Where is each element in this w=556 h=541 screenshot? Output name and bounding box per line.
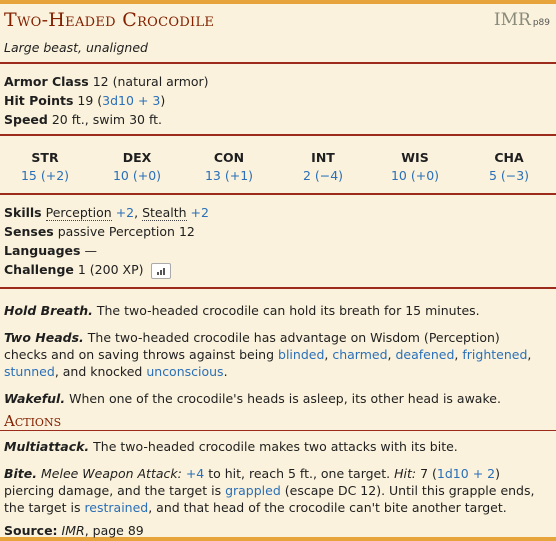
bite-damage-roll[interactable]: 1d10 + 2 bbox=[437, 466, 495, 481]
action-bite: Bite. Melee Weapon Attack: +4 to hit, re… bbox=[4, 466, 535, 515]
languages: Languages — bbox=[4, 243, 97, 258]
ability-con: CON 13 (+1) bbox=[204, 150, 254, 183]
skill-stealth-roll[interactable]: +2 bbox=[191, 205, 209, 220]
condition-stunned[interactable]: stunned bbox=[4, 364, 55, 379]
condition-frightened[interactable]: frightened bbox=[462, 347, 527, 362]
ability-wis: WIS 10 (+0) bbox=[390, 150, 440, 183]
actions-heading: Actions bbox=[4, 412, 62, 430]
condition-charmed[interactable]: charmed bbox=[332, 347, 387, 362]
skill-perception-roll[interactable]: +2 bbox=[116, 205, 134, 220]
creature-name: Two-Headed Crocodile bbox=[4, 9, 215, 31]
source-page: p89 bbox=[532, 18, 550, 28]
skills: Skills Perception +2, Stealth +2 bbox=[4, 205, 209, 221]
challenge: Challenge 1 (200 XP) bbox=[4, 262, 172, 279]
creature-type: Large beast, unaligned bbox=[4, 40, 148, 55]
actions-divider bbox=[0, 430, 556, 431]
divider bbox=[0, 193, 556, 195]
source-tag[interactable]: IMR p89 bbox=[494, 10, 550, 30]
statblock: Two-Headed Crocodile IMR p89 Large beast,… bbox=[0, 0, 556, 541]
condition-deafened[interactable]: deafened bbox=[395, 347, 454, 362]
ability-dex: DEX 10 (+0) bbox=[112, 150, 162, 183]
divider bbox=[0, 62, 556, 64]
condition-restrained[interactable]: restrained bbox=[84, 500, 148, 515]
action-multiattack: Multiattack. The two-headed crocodile ma… bbox=[4, 439, 458, 454]
condition-grappled[interactable]: grappled bbox=[225, 483, 281, 498]
trait-two-heads: Two Heads. The two-headed crocodile has … bbox=[4, 330, 532, 379]
senses: Senses passive Perception 12 bbox=[4, 224, 195, 239]
source-abbr[interactable]: IMR bbox=[494, 10, 531, 30]
trait-wakeful: Wakeful. When one of the crocodile's hea… bbox=[4, 391, 501, 406]
bite-attack-roll[interactable]: +4 bbox=[186, 466, 204, 481]
hp-dice-roll[interactable]: 3d10 + 3 bbox=[102, 93, 160, 108]
hit-points: Hit Points 19 (3d10 + 3) bbox=[4, 93, 166, 108]
divider bbox=[0, 134, 556, 136]
encounter-calc-icon[interactable] bbox=[151, 262, 172, 279]
armor-class: Armor Class 12 (natural armor) bbox=[4, 74, 209, 89]
speed: Speed 20 ft., swim 30 ft. bbox=[4, 112, 163, 127]
ability-cha: CHA 5 (−3) bbox=[488, 150, 530, 183]
trait-hold-breath: Hold Breath. The two-headed crocodile ca… bbox=[4, 303, 480, 318]
ability-scores: STR 15 (+2) DEX 10 (+0) CON 13 (+1) INT 2 (−… bbox=[0, 149, 556, 189]
skill-stealth[interactable]: Stealth bbox=[142, 205, 187, 221]
ability-str: STR 15 (+2) bbox=[20, 150, 70, 183]
condition-unconscious[interactable]: unconscious bbox=[146, 364, 223, 379]
condition-blinded[interactable]: blinded bbox=[278, 347, 324, 362]
title-row: Two-Headed Crocodile IMR p89 bbox=[0, 4, 556, 38]
divider bbox=[0, 287, 556, 289]
source-book[interactable]: IMR bbox=[62, 523, 85, 538]
source-footer: Source: IMR, page 89 bbox=[4, 523, 144, 538]
ability-int: INT 2 (−4) bbox=[302, 150, 344, 183]
skill-perception[interactable]: Perception bbox=[45, 205, 112, 221]
